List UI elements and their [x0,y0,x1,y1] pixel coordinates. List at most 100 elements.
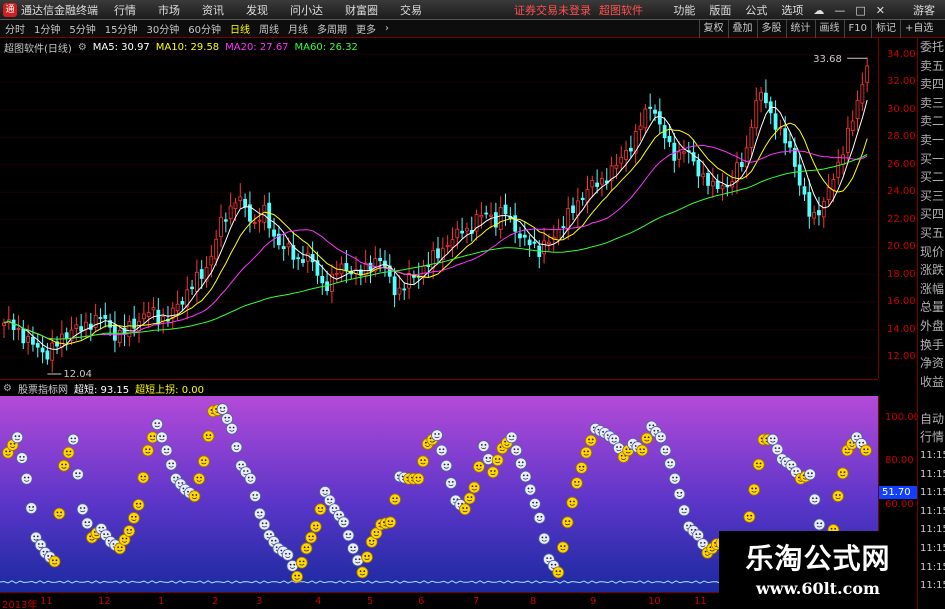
smiley-rising-marker [636,444,649,457]
sidebar-item: 11:15 [920,524,945,536]
menu-market[interactable]: 市场 [158,2,180,18]
candle-body [677,151,682,160]
face-falling-marker [678,504,691,517]
candle-body [16,328,21,330]
high-price-label: 33.68 [813,54,842,65]
candle-body [127,321,132,338]
time-label: 8 [530,596,537,607]
candle-body [79,326,84,332]
sidebar-item: 11:15 [920,505,945,517]
candle-body [764,92,768,104]
menu-quotes[interactable]: 行情 [114,2,136,18]
face-falling-marker [673,488,686,500]
face-falling-marker [510,444,523,457]
period-weekly[interactable]: 周线 [259,21,279,36]
btn-multi-stock[interactable]: 多股 [756,20,786,38]
close-icon[interactable]: ✕ [876,4,885,17]
btn-statistics[interactable]: 统计 [785,20,815,38]
candle-body [836,161,841,178]
face-falling-marker [11,431,24,444]
smiley-rising-marker [128,512,140,524]
btn-add-watchlist[interactable]: +自选 [900,20,945,38]
candle-body [638,125,643,130]
menu-formula[interactable]: 公式 [745,2,767,18]
face-falling-marker [766,433,779,446]
period-multi[interactable]: 多周期 [317,21,347,36]
candle-body [334,272,339,275]
face-falling-marker [20,472,33,485]
candle-body [812,211,817,219]
maximize-icon[interactable]: □ [855,4,865,17]
time-label: 10 [648,596,661,607]
price-tick: 16.00 [887,296,916,308]
sidebar-item: 自动 [920,411,945,426]
face-falling-marker [515,457,527,470]
menu-function[interactable]: 功能 [673,2,695,18]
face-falling-marker [160,444,173,457]
sidebar-item: 卖三 [920,95,945,110]
menu-discover[interactable]: 发现 [246,2,268,18]
sidebar-item: 收益 [920,374,945,389]
smiley-rising-marker [356,566,369,579]
btn-mark[interactable]: 标记 [871,20,900,38]
menu-wealth-circle[interactable]: 财富圈 [345,2,378,18]
period-daily[interactable]: 日线 [230,21,250,36]
sidebar-item: 卖五 [920,58,945,73]
smiley-rising-marker [53,507,66,520]
period-5min[interactable]: 5分钟 [69,21,95,36]
price-tick: 34.00 [887,48,916,60]
settings-icon[interactable]: ⚙ [78,42,87,53]
smiley-rising-marker [123,525,136,537]
period-more[interactable]: 更多 [356,21,376,36]
btn-restore-rights[interactable]: 复权 [698,20,728,38]
candle-body [821,201,826,218]
face-falling-marker [165,458,178,471]
smiley-rising-marker [291,570,304,583]
candle-body [257,219,262,222]
btn-f10[interactable]: F10 [843,20,871,38]
candle-body [792,148,797,167]
menu-ask[interactable]: 问小达 [290,2,323,18]
smiley-rising-marker [384,516,397,529]
period-15min[interactable]: 15分钟 [105,21,138,36]
more-arrow-icon[interactable]: › [385,23,389,34]
candle-body [759,91,763,101]
candle-body [175,303,180,312]
period-intraday[interactable]: 分时 [5,21,25,36]
sidebar-item: 买二 [920,170,945,185]
menu-trade[interactable]: 交易 [400,2,422,18]
guest-label[interactable]: 游客 [913,2,935,18]
quote-sidebar[interactable]: 委托 卖五 卖四 卖三 卖二 卖一 买一 买二 买三 买四 买五 现价 涨跌 涨幅 总量 外盘 换手 净资 收益 自动… [917,38,945,609]
menu-layout[interactable]: 版面 [709,2,731,18]
indicator-settings-icon[interactable]: ⚙ [3,383,12,394]
period-1min[interactable]: 1分钟 [34,21,60,36]
candle-body [262,204,267,223]
candle-body [103,314,108,319]
menu-options[interactable]: 选项 [781,2,803,18]
time-label: 6 [418,596,425,607]
candle-body [194,271,199,292]
candle-body [40,347,45,353]
candle-body [431,250,436,269]
candle-body [45,350,50,360]
sidebar-item: 买四 [920,207,945,222]
face-falling-marker [664,457,677,470]
btn-draw-line[interactable]: 画线 [814,20,844,38]
candle-body [522,234,527,238]
smiley-rising-marker [561,516,574,529]
period-60min[interactable]: 60分钟 [188,21,221,36]
period-monthly[interactable]: 月线 [288,21,308,36]
login-notice[interactable]: 证券交易未登录 [514,2,591,18]
smiley-rising-marker [575,461,588,474]
candle-body [807,192,812,217]
menu-news[interactable]: 资讯 [202,2,224,18]
btn-overlay[interactable]: 叠加 [727,20,757,38]
indicator-tick: 80.00 [885,455,914,467]
candle-body [754,100,759,129]
period-30min[interactable]: 30分钟 [146,21,179,36]
candlestick-chart[interactable]: 33.68 12.04 [0,38,878,378]
cloud-icon[interactable]: ☁ [813,4,824,17]
minimize-icon[interactable]: — [834,4,845,17]
face-falling-marker [81,517,94,530]
face-falling-marker [477,440,490,452]
